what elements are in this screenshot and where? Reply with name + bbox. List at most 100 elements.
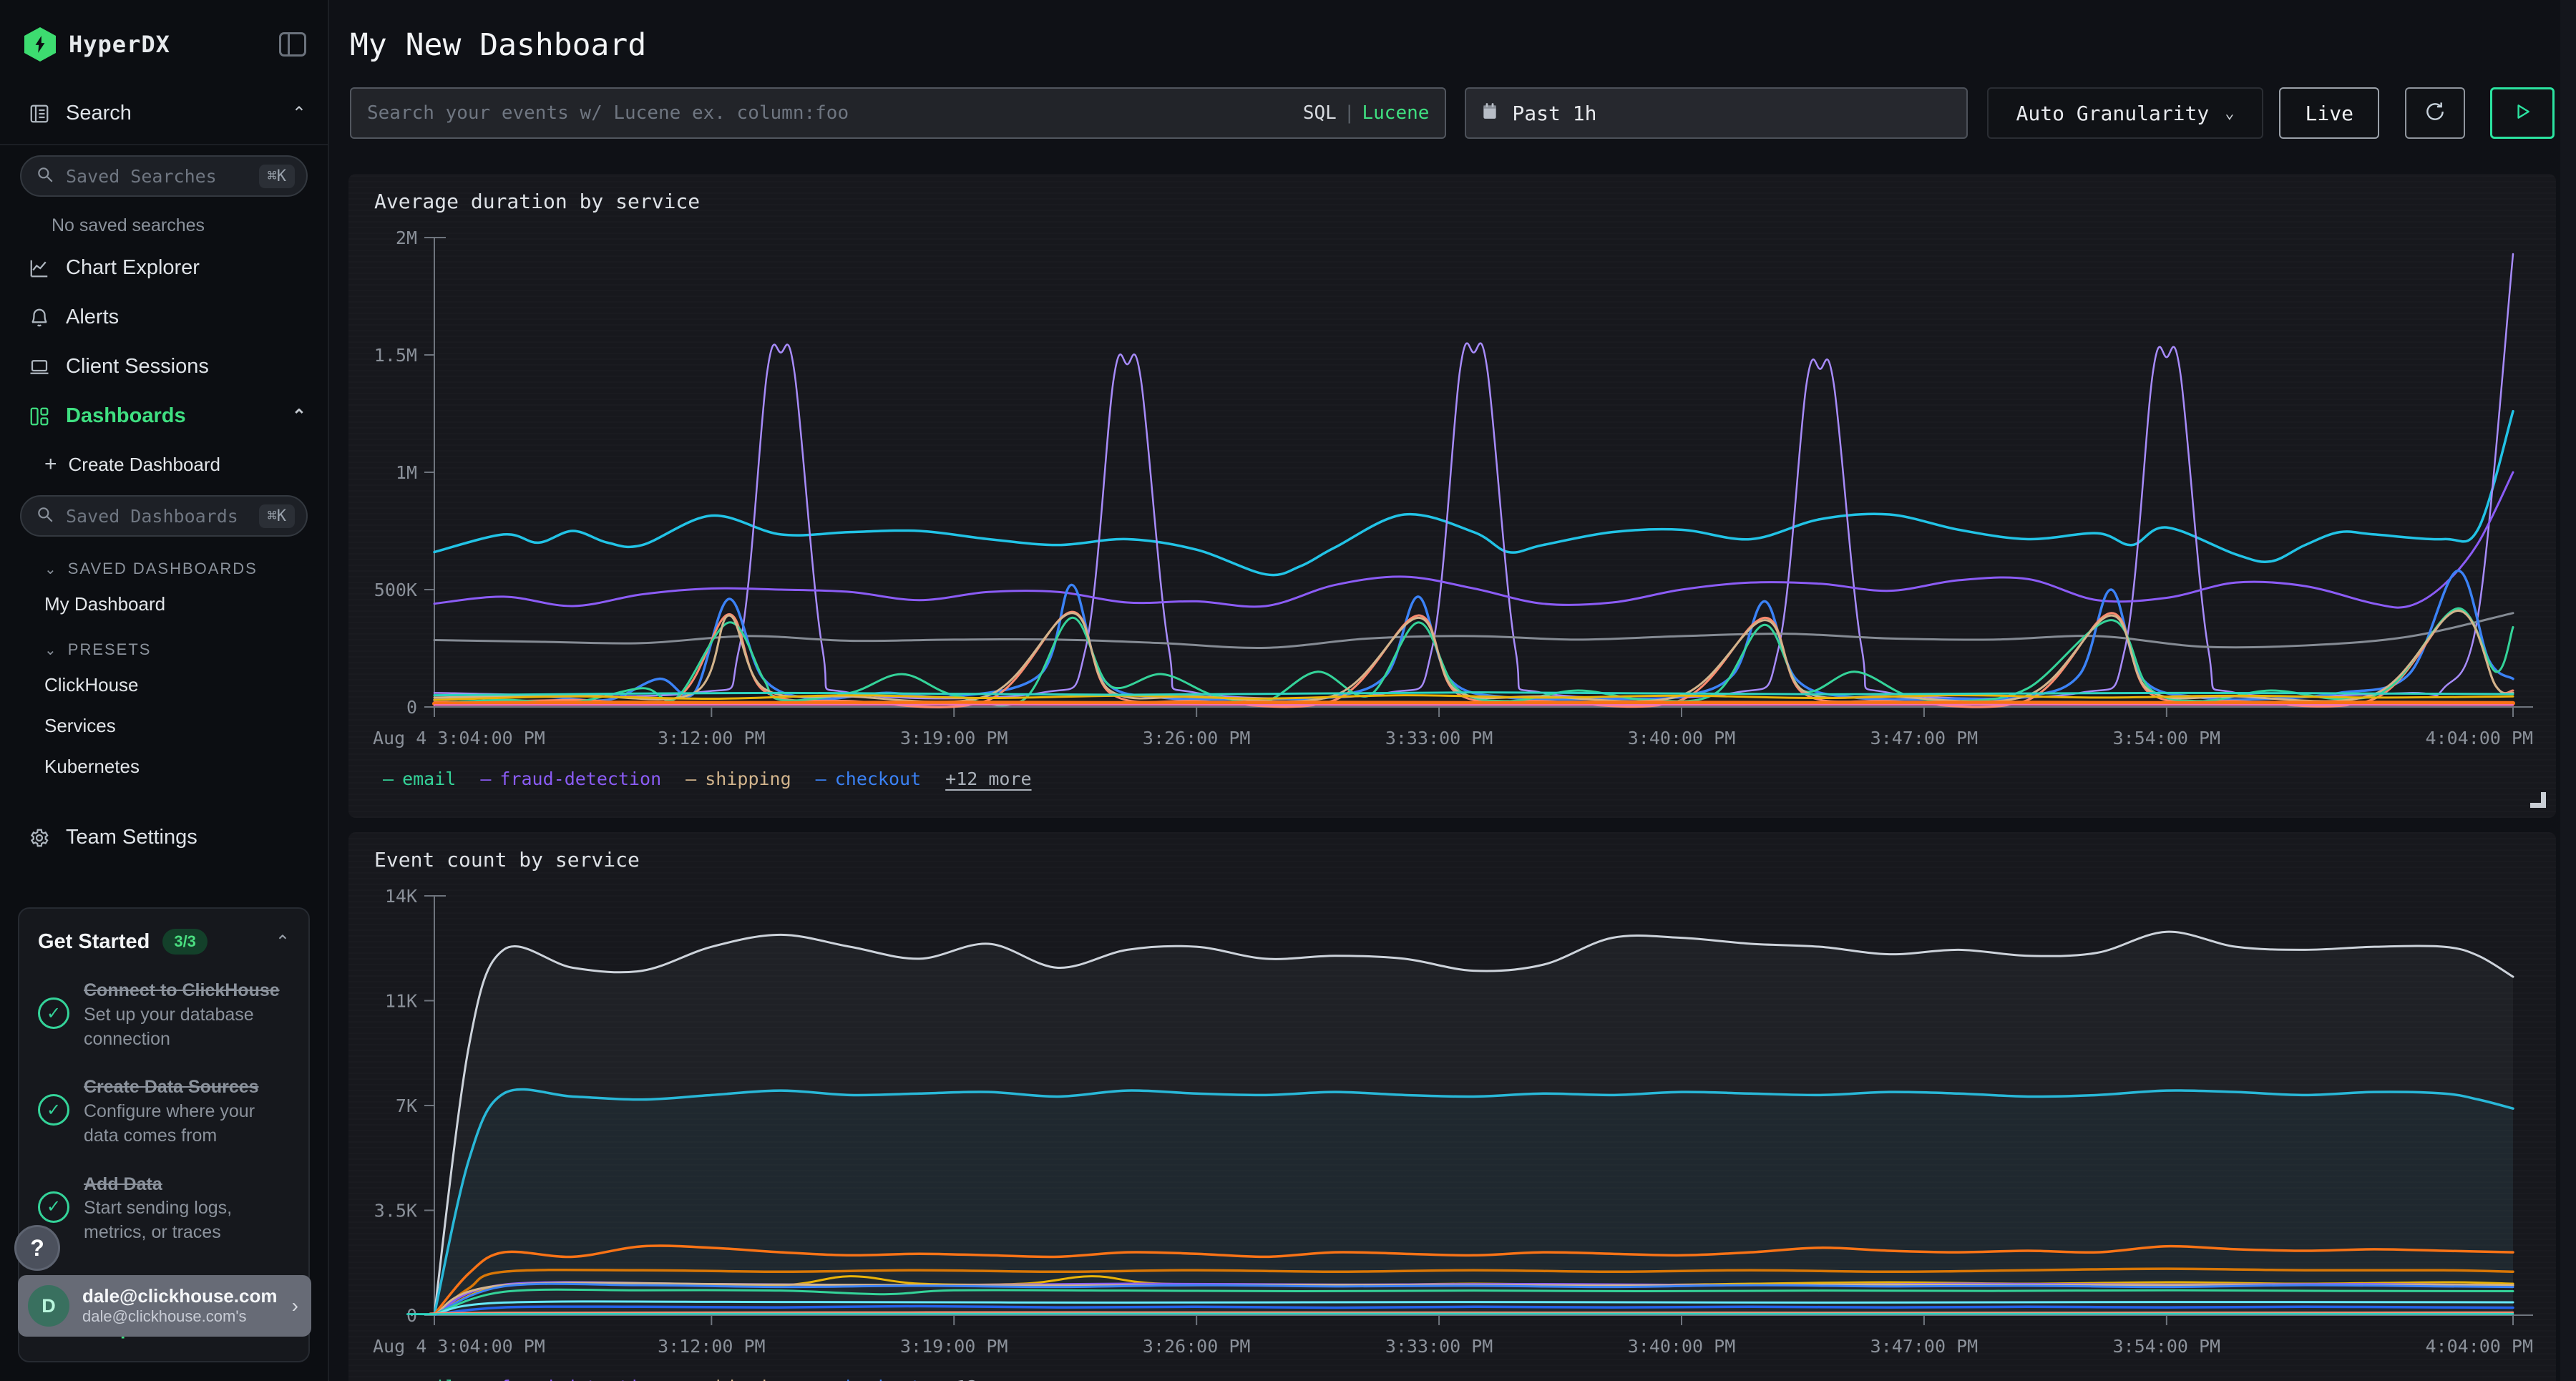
get-started-item-title: Connect to ClickHouse bbox=[84, 980, 280, 1000]
chart-explorer-icon bbox=[29, 258, 50, 279]
event-count-chart[interactable]: 03.5K7K11K14KAug 4 3:04:00 PM3:12:00 PM3… bbox=[359, 872, 2545, 1372]
series-lines bbox=[434, 254, 2513, 707]
brand-name: HyperDX bbox=[69, 31, 170, 58]
legend-item[interactable]: —fraud-detection bbox=[480, 1377, 661, 1381]
duration-chart[interactable]: 0500K1M1.5M2MAug 4 3:04:00 PM3:12:00 PM3… bbox=[359, 213, 2545, 764]
language-toggle-lucene[interactable]: Lucene bbox=[1362, 102, 1430, 124]
legend-item[interactable]: —checkout bbox=[816, 1377, 921, 1381]
get-started-item-desc: Start sending logs, metrics, or traces bbox=[84, 1198, 232, 1242]
user-org: dale@clickhouse.com's bbox=[82, 1307, 279, 1326]
logo-row: HyperDX bbox=[0, 0, 328, 83]
event-search-placeholder: Search your events w/ Lucene ex. column:… bbox=[367, 102, 1303, 124]
chevron-up-icon[interactable]: ⌃ bbox=[292, 406, 306, 426]
svg-text:0: 0 bbox=[406, 697, 417, 718]
sidebar-collapse-icon[interactable] bbox=[279, 32, 306, 57]
dashboard-toolbar: Search your events w/ Lucene ex. column:… bbox=[350, 87, 2555, 139]
sidebar-item-preset-services[interactable]: Services bbox=[0, 706, 328, 746]
sidebar-item-label: Chart Explorer bbox=[66, 256, 200, 280]
svg-text:3:47:00 PM: 3:47:00 PM bbox=[1870, 1336, 1979, 1357]
plus-icon: + bbox=[44, 452, 57, 477]
svg-text:500K: 500K bbox=[374, 580, 417, 600]
svg-text:2M: 2M bbox=[396, 228, 417, 248]
legend-item[interactable]: —email bbox=[383, 768, 456, 789]
get-started-item-title: Add Data bbox=[84, 1174, 162, 1194]
legend-item[interactable]: —shipping bbox=[686, 768, 791, 789]
run-query-button[interactable] bbox=[2490, 87, 2555, 139]
sidebar-item-preset-kubernetes[interactable]: Kubernetes bbox=[0, 746, 328, 787]
chart-legend: —email —fraud-detection —shipping —checkout… bbox=[348, 1372, 2556, 1381]
sidebar-item-label: Team Settings bbox=[66, 826, 197, 849]
get-started-item[interactable]: ✓ Add Data Start sending logs, metrics, … bbox=[38, 1173, 290, 1245]
calendar-icon bbox=[1480, 102, 1499, 125]
legend-label: shipping bbox=[705, 768, 791, 789]
chevron-up-icon[interactable]: ⌃ bbox=[292, 103, 306, 124]
series-shipping bbox=[434, 610, 2513, 702]
svg-text:3:12:00 PM: 3:12:00 PM bbox=[658, 728, 766, 748]
saved-searches-input[interactable]: Saved Searches ⌘K bbox=[20, 155, 308, 197]
sidebar-item-preset-clickhouse[interactable]: ClickHouse bbox=[0, 665, 328, 706]
sidebar-item-client-sessions[interactable]: Client Sessions bbox=[0, 342, 328, 391]
sidebar-item-my-dashboard[interactable]: My Dashboard bbox=[0, 584, 328, 625]
legend-label: checkout bbox=[835, 1377, 921, 1381]
legend-swatch: — bbox=[480, 768, 491, 789]
kbd-shortcut-badge: ⌘K bbox=[259, 165, 296, 188]
svg-text:3:40:00 PM: 3:40:00 PM bbox=[1628, 728, 1736, 748]
granularity-select[interactable]: Auto Granularity ⌄ bbox=[1987, 87, 2264, 139]
language-toggle-sql[interactable]: SQL bbox=[1303, 102, 1337, 124]
legend-label: email bbox=[402, 768, 456, 789]
section-label-text: SAVED DASHBOARDS bbox=[68, 560, 258, 578]
chart-panel-event-count: Event count by service 03.5K7K11K14KAug … bbox=[348, 832, 2556, 1381]
legend-item[interactable]: —fraud-detection bbox=[480, 768, 661, 789]
get-started-item[interactable]: ✓ Connect to ClickHouse Set up your data… bbox=[38, 979, 290, 1051]
bell-icon bbox=[29, 307, 50, 328]
get-started-item[interactable]: ✓ Create Data Sources Configure where yo… bbox=[38, 1075, 290, 1148]
sidebar-item-chart-explorer[interactable]: Chart Explorer bbox=[0, 243, 328, 293]
chevron-up-icon[interactable]: ⌃ bbox=[275, 932, 290, 952]
live-button[interactable]: Live bbox=[2279, 87, 2379, 139]
svg-text:3:47:00 PM: 3:47:00 PM bbox=[1870, 728, 1979, 748]
user-email: dale@clickhouse.com bbox=[82, 1285, 279, 1307]
time-range-picker[interactable]: Past 1h bbox=[1465, 87, 1967, 139]
legend-item[interactable]: —shipping bbox=[686, 1377, 791, 1381]
sidebar-item-alerts[interactable]: Alerts bbox=[0, 293, 328, 342]
svg-text:3:33:00 PM: 3:33:00 PM bbox=[1385, 1336, 1493, 1357]
svg-text:1.5M: 1.5M bbox=[374, 345, 417, 366]
play-icon bbox=[2513, 102, 2532, 124]
saved-searches-placeholder: Saved Searches bbox=[66, 166, 248, 187]
saved-dashboards-input[interactable]: Saved Dashboards ⌘K bbox=[20, 495, 308, 537]
sidebar-item-search[interactable]: Search ⌃ bbox=[0, 83, 328, 138]
chart-legend: —email—fraud-detection—shipping—checkout… bbox=[348, 764, 2556, 789]
create-dashboard-button[interactable]: + Create Dashboard bbox=[0, 441, 328, 488]
legend-more-link[interactable]: +12 more bbox=[945, 768, 1031, 789]
svg-text:Aug 4 3:04:00 PM: Aug 4 3:04:00 PM bbox=[373, 1336, 545, 1357]
divider bbox=[0, 144, 328, 145]
legend-item[interactable]: —email bbox=[383, 1377, 456, 1381]
no-saved-searches-text: No saved searches bbox=[0, 204, 328, 243]
event-search-input[interactable]: Search your events w/ Lucene ex. column:… bbox=[350, 87, 1446, 139]
panel-resize-handle[interactable] bbox=[2530, 792, 2546, 808]
sidebar-item-label: Dashboards bbox=[66, 404, 186, 428]
presets-section-header[interactable]: ⌄ PRESETS bbox=[0, 625, 328, 665]
chart-title: Event count by service bbox=[348, 832, 2556, 872]
sidebar-item-team-settings[interactable]: Team Settings bbox=[0, 813, 328, 862]
svg-text:3:54:00 PM: 3:54:00 PM bbox=[2113, 728, 2221, 748]
help-button[interactable]: ? bbox=[14, 1225, 60, 1271]
svg-text:3:40:00 PM: 3:40:00 PM bbox=[1628, 1336, 1736, 1357]
sidebar-item-label: Alerts bbox=[66, 306, 119, 329]
user-menu[interactable]: D dale@clickhouse.com dale@clickhouse.co… bbox=[18, 1275, 311, 1337]
series-lines bbox=[407, 932, 2513, 1315]
magnifier-icon bbox=[36, 165, 54, 187]
sidebar-item-dashboards[interactable]: Dashboards ⌃ bbox=[0, 391, 328, 441]
legend-item[interactable]: —checkout bbox=[816, 768, 921, 789]
scrollbar-track[interactable] bbox=[2560, 0, 2576, 1381]
get-started-item-desc: Set up your database connection bbox=[84, 1005, 254, 1049]
tick-labels: 0500K1M1.5M2MAug 4 3:04:00 PM3:12:00 PM3… bbox=[373, 228, 2533, 748]
chart-title: Average duration by service bbox=[348, 174, 2556, 213]
legend-more-link[interactable]: +12 more bbox=[945, 1377, 1031, 1381]
check-circle-icon: ✓ bbox=[38, 1191, 69, 1223]
refresh-button[interactable] bbox=[2405, 87, 2465, 139]
page-title: My New Dashboard bbox=[331, 0, 2576, 63]
chart-panel-duration: Average duration by service 0500K1M1.5M2… bbox=[348, 174, 2556, 818]
svg-text:3:33:00 PM: 3:33:00 PM bbox=[1385, 728, 1493, 748]
saved-dashboards-section-header[interactable]: ⌄ SAVED DASHBOARDS bbox=[0, 544, 328, 584]
